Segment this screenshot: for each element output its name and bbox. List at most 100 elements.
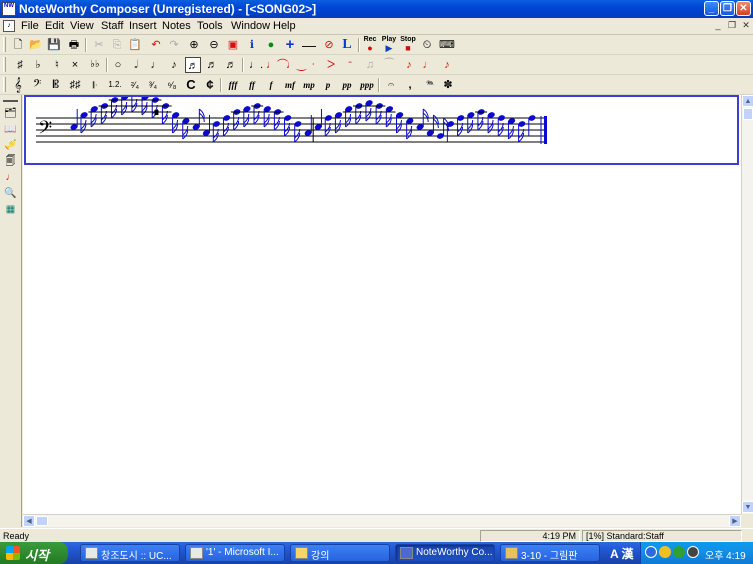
network-icon[interactable]	[645, 546, 657, 558]
keyboard-icon[interactable]: ⌨	[437, 37, 457, 53]
cut-time-icon[interactable]: ¢	[202, 77, 218, 93]
fermata-icon[interactable]: 𝄐	[383, 77, 399, 93]
menu-notes[interactable]: Notes	[159, 19, 194, 33]
final-barline-thick[interactable]	[544, 116, 547, 144]
globe-icon[interactable]: ●	[263, 37, 279, 53]
menu-view[interactable]: View	[67, 19, 97, 33]
page-view-icon[interactable]: 🗐	[3, 155, 18, 169]
book-icon[interactable]: 📖	[3, 123, 18, 137]
copy-icon[interactable]: ⎘	[109, 37, 125, 53]
title-bar[interactable]: NW NoteWorthy Composer (Unregistered) - …	[0, 0, 753, 18]
bass-clef[interactable]: 𝄢	[38, 118, 52, 143]
task-button-paint[interactable]: 3-10 - 그림판	[500, 544, 600, 562]
volume-icon[interactable]	[687, 546, 699, 558]
menu-edit[interactable]: Edit	[42, 19, 67, 33]
dynamic-fff[interactable]: fff	[225, 77, 241, 93]
common-time-icon[interactable]: C	[183, 77, 199, 93]
clock[interactable]: 오후 4:19	[705, 547, 746, 562]
scroll-right-icon[interactable]: ▶	[729, 515, 741, 527]
minimize-button[interactable]: _	[704, 1, 719, 16]
insertion-cursor[interactable]	[154, 110, 159, 115]
half-note-icon[interactable]: 𝅗𝅥	[128, 57, 144, 73]
stop-icon[interactable]: ■	[400, 43, 416, 53]
dynamic-f[interactable]: f	[263, 77, 279, 93]
paste-icon[interactable]: 📋	[127, 37, 143, 53]
mdi-restore-button[interactable]: ❐	[726, 20, 738, 32]
staff-frame[interactable]: 𝄢	[24, 95, 739, 165]
menu-tools[interactable]: Tools	[194, 19, 226, 33]
alto-clef-icon[interactable]: 𝄡	[48, 77, 64, 93]
metronome-icon[interactable]: ⏲	[419, 37, 435, 53]
sharp-icon[interactable]: ♯	[12, 57, 28, 73]
task-button-browser[interactable]: 창조도시 :: UC...	[80, 544, 180, 562]
time-sig-3-4-icon[interactable]: ³⁄₄	[145, 77, 161, 93]
task-button-folder[interactable]: 강의	[290, 544, 390, 562]
stem-down-icon[interactable]: ♪	[439, 57, 455, 73]
dotted-icon[interactable]: ♩.	[248, 57, 264, 73]
instrument-icon[interactable]: 🎺	[3, 139, 18, 153]
tie-icon[interactable]: ⁀	[381, 57, 397, 73]
dynamic-p[interactable]: p	[320, 77, 336, 93]
repeat-icon[interactable]: 𝄆	[86, 77, 104, 93]
mdi-close-button[interactable]: ✕	[740, 20, 752, 32]
key-signature-icon[interactable]: ♯♯	[66, 77, 84, 93]
ending-icon[interactable]: 1.2.	[105, 77, 125, 93]
sixteenth-note-icon[interactable]: ♬	[185, 57, 201, 73]
double-flat-icon[interactable]: ♭♭	[86, 57, 104, 73]
cut-icon[interactable]: ✂	[91, 37, 107, 53]
toolbar-grip[interactable]	[3, 57, 6, 72]
toolbar-grip[interactable]	[3, 37, 6, 52]
open-icon[interactable]: 📂	[28, 37, 44, 53]
thirty-second-note-icon[interactable]: ♬	[204, 57, 220, 73]
task-button-noteworthy[interactable]: NoteWorthy Co...	[395, 544, 495, 562]
ime-indicator[interactable]: A 漢	[610, 545, 634, 562]
task-button-word[interactable]: '1' - Microsoft I...	[185, 544, 285, 562]
app-icon[interactable]: NW	[2, 2, 16, 16]
undo-icon[interactable]: ↶	[148, 37, 164, 53]
menu-insert[interactable]: Insert	[126, 19, 160, 33]
menu-window[interactable]: Window	[228, 19, 273, 33]
update-icon[interactable]	[673, 546, 685, 558]
whole-note-icon[interactable]: ○	[110, 57, 126, 73]
bass-clef-icon[interactable]: 𝄢	[29, 77, 45, 93]
add-icon[interactable]: +	[282, 37, 298, 53]
info-icon[interactable]: ℹ	[244, 37, 260, 53]
breath-mark-icon[interactable]: ,	[402, 77, 418, 93]
menu-staff[interactable]: Staff	[98, 19, 126, 33]
pedal-release-icon[interactable]: ✽	[440, 77, 456, 93]
score-workspace[interactable]: 𝄢	[23, 95, 741, 514]
double-sharp-icon[interactable]: ×	[67, 57, 83, 73]
new-icon[interactable]: 🗋	[10, 37, 26, 53]
treble-clef-icon[interactable]: 𝄞	[10, 77, 26, 93]
dynamic-pp[interactable]: pp	[339, 77, 355, 93]
redo-icon[interactable]: ↷	[166, 37, 182, 53]
dynamic-ff[interactable]: ff	[244, 77, 260, 93]
grid-icon[interactable]: ▦	[3, 203, 18, 217]
save-icon[interactable]: 💾	[46, 37, 62, 53]
triplet-icon[interactable]: ♩⌒	[266, 57, 288, 73]
slur-icon[interactable]: ♩‿	[286, 57, 306, 73]
mdi-minimize-button[interactable]: _	[712, 20, 724, 32]
staff-notation[interactable]: 𝄢	[26, 97, 737, 163]
sidebar-grip[interactable]	[3, 96, 18, 102]
horizontal-scrollbar[interactable]: ◀ ▶	[23, 514, 741, 527]
play-icon[interactable]: ▶	[381, 43, 397, 53]
toolbar-grip[interactable]	[3, 77, 6, 92]
natural-icon[interactable]: ♮	[49, 57, 65, 73]
vertical-scrollbar[interactable]: ▲ ▼	[741, 95, 753, 514]
print-icon[interactable]: 🖶	[66, 37, 82, 53]
scroll-down-icon[interactable]: ▼	[742, 501, 753, 513]
note-insert-icon[interactable]: ♩	[3, 171, 18, 185]
magnifier-icon[interactable]: 🔍	[3, 187, 18, 201]
document-icon[interactable]: ♪	[3, 20, 15, 32]
lyrics-icon[interactable]: L	[339, 37, 355, 53]
sixty-fourth-note-icon[interactable]: ♬	[223, 57, 239, 73]
close-button[interactable]: ✕	[736, 1, 751, 16]
time-sig-2-4-icon[interactable]: ²⁄₄	[127, 77, 143, 93]
scroll-left-icon[interactable]: ◀	[23, 515, 35, 527]
staccato-icon[interactable]: ᐧ	[305, 57, 321, 73]
time-sig-6-8-icon[interactable]: ⁶⁄₈	[164, 77, 180, 93]
pedal-icon[interactable]: 𝆮	[420, 77, 440, 93]
flat-icon[interactable]: ♭	[30, 57, 46, 73]
zoom-out-icon[interactable]: ⊖	[206, 37, 222, 53]
